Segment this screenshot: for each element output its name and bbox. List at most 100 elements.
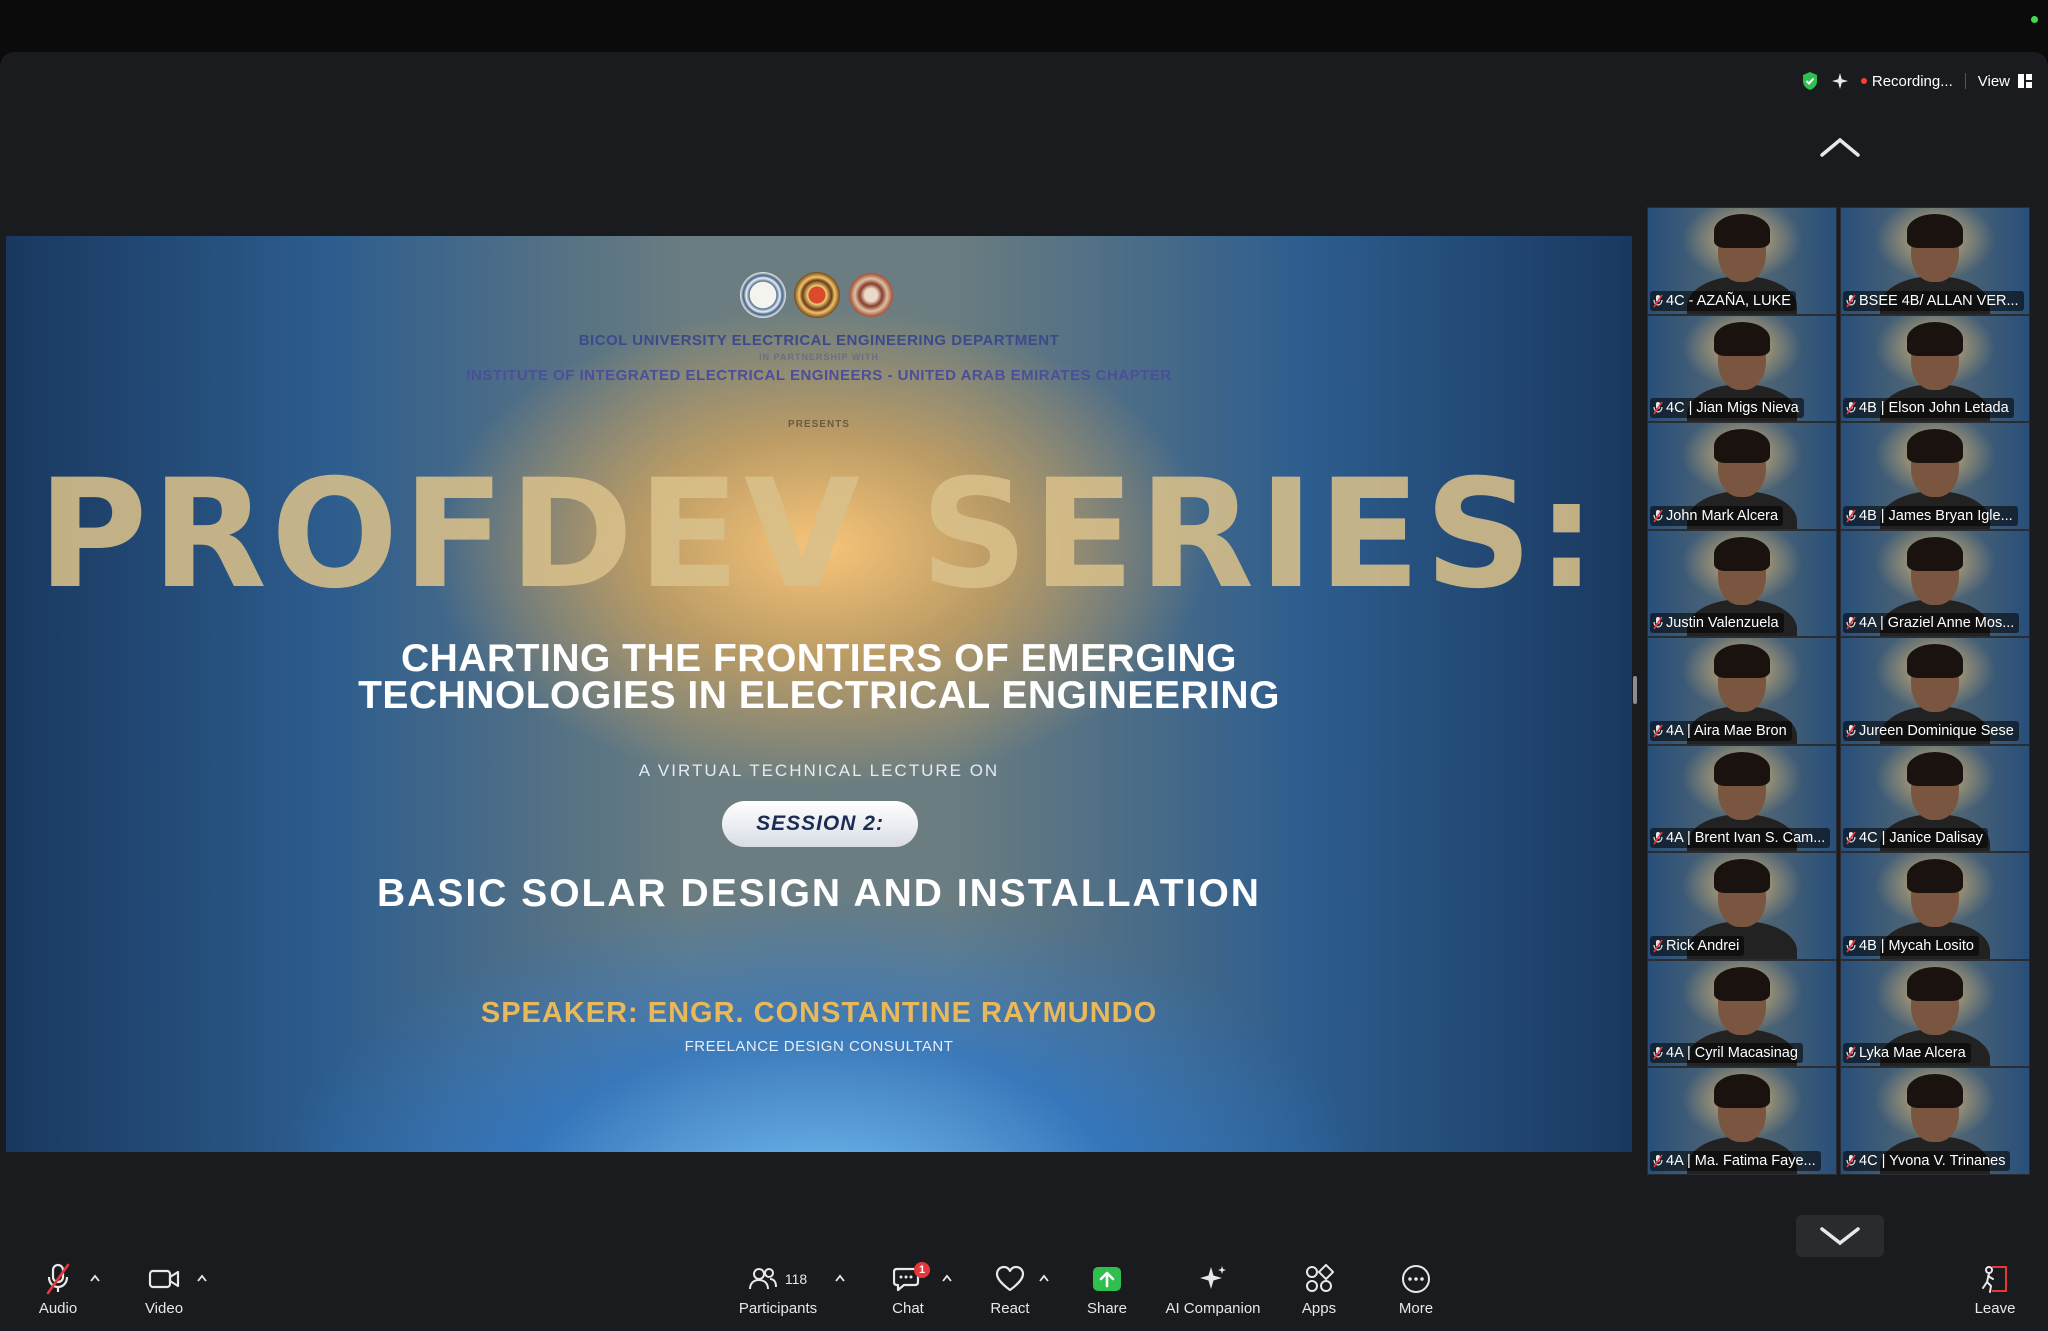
share-screen-icon xyxy=(1093,1267,1121,1291)
slide-series-title: PROFDEV SERIES: xyxy=(37,448,1601,622)
video-button[interactable]: Video xyxy=(139,1262,189,1324)
participant-name-tag: 4C - AZAÑA, LUKE xyxy=(1650,290,1796,311)
audio-options-caret-icon[interactable] xyxy=(90,1274,100,1282)
video-label: Video xyxy=(144,1300,184,1317)
chat-label: Chat xyxy=(892,1300,924,1317)
participants-button[interactable]: 118 Participants xyxy=(733,1262,823,1324)
participant-name: 4B | Elson John Letada xyxy=(1859,400,2009,416)
status-divider xyxy=(1964,73,1966,89)
share-button[interactable]: Share xyxy=(1082,1262,1132,1324)
slide-title-line-1: CHARTING THE FRONTIERS OF EMERGING xyxy=(401,637,1237,680)
muted-microphone-icon xyxy=(1846,724,1856,737)
participant-name: Lyka Mae Alcera xyxy=(1859,1045,1966,1061)
participant-name: 4C | Jian Migs Nieva xyxy=(1666,400,1799,416)
status-dot xyxy=(2031,16,2038,23)
iiee-logo xyxy=(848,272,894,318)
participant-name: 4B | James Bryan Igle... xyxy=(1859,507,2013,524)
participant-tile[interactable]: 4A | Graziel Anne Mos... xyxy=(1840,529,2030,637)
participant-tile[interactable]: John Mark Alcera xyxy=(1647,422,1837,530)
participant-tile[interactable]: 4A | Aira Mae Bron xyxy=(1647,637,1837,745)
slide-virtual-lecture: A VIRTUAL TECHNICAL LECTURE ON xyxy=(638,761,1000,780)
participant-tile[interactable]: 4C | Jian Migs Nieva xyxy=(1647,314,1837,422)
more-label: More xyxy=(1398,1300,1434,1317)
muted-microphone-icon xyxy=(1846,294,1856,307)
leave-button[interactable]: Leave xyxy=(1970,1262,2020,1324)
muted-microphone-icon xyxy=(1653,939,1663,952)
participants-options-caret-icon[interactable] xyxy=(835,1274,845,1282)
gallery-scroll-up-icon[interactable] xyxy=(1818,135,1862,159)
participant-name-tag: 4A | Aira Mae Bron xyxy=(1650,720,1792,741)
participant-video-hair xyxy=(1907,644,1963,678)
participant-tile[interactable]: 4B | Mycah Losito xyxy=(1840,852,2030,960)
participant-name: John Mark Alcera xyxy=(1666,507,1779,524)
ai-sparkle-icon[interactable] xyxy=(1831,72,1849,90)
shared-screen[interactable]: BICOL UNIVERSITY ELECTRICAL ENGINEERING … xyxy=(6,236,1632,1152)
participant-name: BSEE 4B/ ALLAN VER... xyxy=(1859,292,2019,309)
slide-speaker: SPEAKER: ENGR. CONSTANTINE RAYMUNDO xyxy=(480,997,1158,1029)
participant-tile[interactable]: 4C | Yvona V. Trinanes xyxy=(1840,1067,2030,1175)
ai-companion-button[interactable]: AI Companion xyxy=(1163,1262,1263,1324)
window-titlebar xyxy=(0,0,2048,52)
participant-tile[interactable]: Jureen Dominique Sese xyxy=(1840,637,2030,745)
microphone-muted-icon xyxy=(46,1263,70,1295)
slide-department: BICOL UNIVERSITY ELECTRICAL ENGINEERING … xyxy=(578,332,1060,349)
gallery-scroll-down-button[interactable] xyxy=(1796,1215,1884,1257)
muted-microphone-icon xyxy=(1653,1046,1663,1060)
participant-name-tag: 4C | Yvona V. Trinanes xyxy=(1843,1150,2011,1171)
muted-microphone-icon xyxy=(1653,616,1663,630)
participant-gallery: 4C - AZAÑA, LUKE BSEE 4B/ ALLAN VER... 4C … xyxy=(1647,207,2030,1175)
participant-tile[interactable]: Lyka Mae Alcera xyxy=(1840,959,2030,1067)
slide-title-line-2: TECHNOLOGIES IN ELECTRICAL ENGINEERING xyxy=(358,674,1280,717)
participant-name: 4C | Janice Dalisay xyxy=(1859,830,1983,846)
participant-name-tag: Justin Valenzuela xyxy=(1650,613,1784,633)
participant-tile[interactable]: Justin Valenzuela xyxy=(1647,529,1837,637)
participant-tile[interactable]: 4B | James Bryan Igle... xyxy=(1840,422,2030,530)
participant-tile[interactable]: 4A | Ma. Fatima Faye... xyxy=(1647,1067,1837,1175)
muted-microphone-icon xyxy=(1846,509,1856,522)
muted-microphone-icon xyxy=(1846,1046,1856,1060)
participant-video-hair xyxy=(1714,429,1770,463)
participant-name-tag: 4A | Brent Ivan S. Cam... xyxy=(1650,828,1831,848)
participants-icon xyxy=(748,1268,777,1290)
participant-tile[interactable]: 4A | Brent Ivan S. Cam... xyxy=(1647,744,1837,852)
apps-button[interactable]: Apps xyxy=(1294,1262,1344,1324)
panel-resize-handle[interactable] xyxy=(1633,676,1637,704)
participant-name-tag: BSEE 4B/ ALLAN VER... xyxy=(1843,290,2024,311)
participant-name: 4A | Graziel Anne Mos... xyxy=(1859,615,2015,631)
participant-name-tag: 4B | Mycah Losito xyxy=(1843,935,1979,956)
department-logo xyxy=(794,272,840,318)
react-button[interactable]: React xyxy=(985,1262,1035,1324)
react-options-caret-icon[interactable] xyxy=(1039,1274,1049,1282)
slide-session-pill: SESSION 2: xyxy=(722,801,918,847)
chevron-down-icon xyxy=(1820,1227,1860,1246)
muted-microphone-icon xyxy=(1653,509,1663,522)
recording-indicator[interactable]: Recording... xyxy=(1860,73,1953,90)
participant-video-hair xyxy=(1714,321,1770,356)
participant-tile[interactable]: 4C | Janice Dalisay xyxy=(1840,744,2030,852)
participant-name: 4C - AZAÑA, LUKE xyxy=(1666,292,1791,309)
participant-tile[interactable]: 4A | Cyril Macasinag xyxy=(1647,959,1837,1067)
participant-video-hair xyxy=(1907,321,1963,356)
react-label: React xyxy=(990,1300,1030,1317)
chat-options-caret-icon[interactable] xyxy=(942,1274,952,1282)
view-label: View xyxy=(1977,72,2010,90)
view-button[interactable]: View xyxy=(1978,73,2032,90)
encryption-shield-icon[interactable] xyxy=(1801,71,1819,91)
participant-tile[interactable]: 4C - AZAÑA, LUKE xyxy=(1647,207,1837,315)
audio-button[interactable]: Audio xyxy=(33,1262,83,1324)
participant-tile[interactable]: Rick Andrei xyxy=(1647,852,1837,960)
participant-tile[interactable]: 4B | Elson John Letada xyxy=(1840,314,2030,422)
heart-icon xyxy=(995,1265,1025,1292)
muted-microphone-icon xyxy=(1653,831,1663,845)
participant-name-tag: Lyka Mae Alcera xyxy=(1843,1043,1971,1063)
meeting-status-bar: Recording... View xyxy=(1801,70,2032,92)
muted-microphone-icon xyxy=(1846,1154,1856,1167)
video-options-caret-icon[interactable] xyxy=(197,1274,207,1282)
more-button[interactable]: More xyxy=(1391,1262,1441,1324)
participant-tile[interactable]: BSEE 4B/ ALLAN VER... xyxy=(1840,207,2030,315)
participant-name: 4C | Yvona V. Trinanes xyxy=(1859,1152,2006,1169)
participant-name-tag: Rick Andrei xyxy=(1650,935,1745,956)
slide-presents: PRESENTS xyxy=(788,419,850,430)
leave-label: Leave xyxy=(1974,1300,2016,1317)
ai-companion-sparkle-icon xyxy=(1200,1266,1226,1289)
